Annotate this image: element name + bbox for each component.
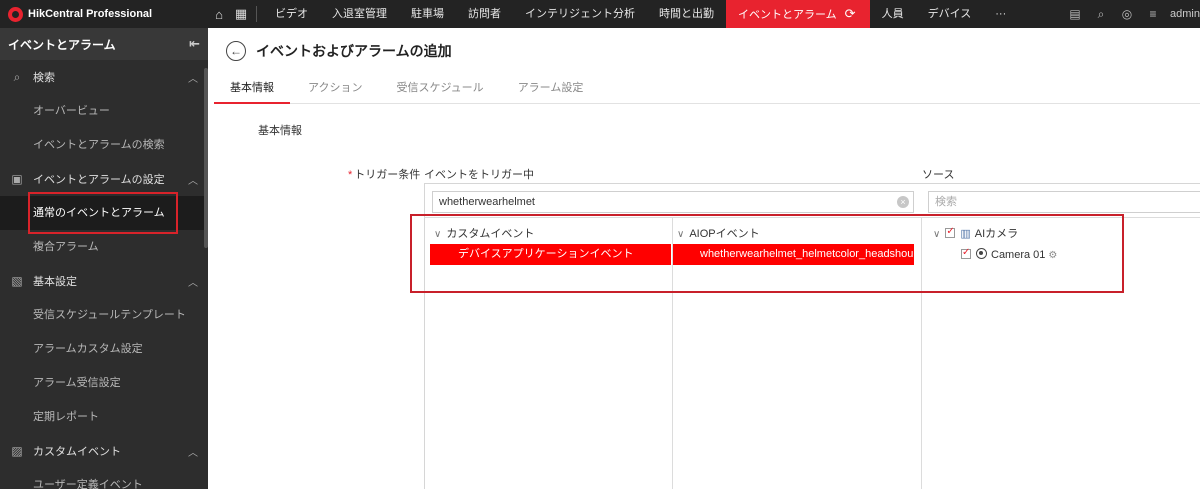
nav-intelligent-analysis[interactable]: インテリジェント分析 (513, 0, 647, 28)
tab-action[interactable]: アクション (292, 74, 378, 104)
sidebar-section-custom-event[interactable]: ▨ カスタムイベント ︿ (0, 434, 208, 468)
sidebar-item-alarm-custom[interactable]: アラームカスタム設定 (0, 332, 208, 366)
annotation-highlight-box (410, 214, 1124, 293)
sidebar-item-overview[interactable]: オーバービュー (0, 94, 208, 128)
nav-event-alarm-label: イベントとアラーム (738, 9, 837, 21)
sidebar-section-label: カスタムイベント (33, 446, 121, 458)
sidebar-header: イベントとアラーム ⇤ (0, 28, 208, 60)
refresh-icon[interactable]: ⟳ (845, 6, 856, 21)
nav-device[interactable]: デバイス (916, 0, 984, 28)
tab-basic-info[interactable]: 基本情報 (214, 74, 290, 104)
hikvision-logo-icon (8, 6, 23, 22)
nav-time-attendance[interactable]: 時間と出勤 (647, 0, 726, 28)
image-settings-icon: ▧ (11, 274, 23, 288)
top-separator (256, 6, 257, 22)
sidebar-item-user-defined[interactable]: ユーザー定義イベント (0, 468, 208, 489)
collapse-sidebar-icon[interactable]: ⇤ (189, 36, 200, 52)
chevron-up-icon: ︿ (188, 175, 198, 187)
user-name[interactable]: admin (1170, 8, 1200, 20)
section-title: 基本情報 (258, 125, 302, 137)
tab-receive-schedule[interactable]: 受信スケジュール (380, 74, 499, 104)
sidebar: イベントとアラーム ⇤ ⌕ 検索 ︿ オーバービュー イベントとアラームの検索 … (0, 28, 208, 489)
sidebar-item-event-search[interactable]: イベントとアラームの検索 (0, 128, 208, 162)
settings-doc-icon: ▣ (11, 172, 23, 186)
search-icon: ⌕ (13, 69, 21, 84)
nav-event-alarm[interactable]: イベントとアラーム ⟳ (726, 0, 870, 28)
annotation-highlight-box (28, 192, 178, 234)
task-center-icon[interactable]: ▤ (1062, 7, 1088, 21)
sidebar-section-event-settings[interactable]: ▣ イベントとアラームの設定 ︿ (0, 162, 208, 196)
back-arrow-icon[interactable]: ← (226, 41, 246, 61)
nav-visitor[interactable]: 訪問者 (456, 0, 513, 28)
sidebar-item-composite-alarm[interactable]: 複合アラーム (0, 230, 208, 264)
nav-parking[interactable]: 駐車場 (399, 0, 456, 28)
nav-access-control[interactable]: 入退室管理 (320, 0, 399, 28)
nav-more[interactable]: ··· (983, 0, 1018, 28)
sidebar-title: イベントとアラーム (8, 37, 116, 52)
sidebar-section-search[interactable]: ⌕ 検索 ︿ (0, 60, 208, 94)
sidebar-item-alarm-receive[interactable]: アラーム受信設定 (0, 366, 208, 400)
tab-alarm-settings[interactable]: アラーム設定 (502, 74, 600, 104)
sidebar-item-schedule-template[interactable]: 受信スケジュールテンプレート (0, 298, 208, 332)
chevron-up-icon: ︿ (188, 73, 198, 85)
sidebar-section-label: 検索 (33, 72, 55, 84)
main-nav: ビデオ 入退室管理 駐車場 訪問者 インテリジェント分析 時間と出勤 イベントと… (263, 0, 1018, 28)
event-search-input[interactable]: whetherwearhelmet × (432, 191, 914, 213)
required-mark: * (348, 169, 353, 181)
source-header: ソース (922, 169, 955, 181)
search-icon[interactable]: ⌕ (1088, 7, 1114, 22)
tab-bar: 基本情報 アクション 受信スケジュール アラーム設定 (214, 74, 1200, 104)
page-title: イベントおよびアラームの追加 (256, 43, 452, 59)
menu-icon[interactable]: ≡ (1140, 7, 1166, 21)
trigger-condition-label: * トリガー条件 (348, 166, 420, 182)
sidebar-section-label: 基本設定 (33, 276, 77, 288)
title-row: ← イベントおよびアラームの追加 (208, 28, 1200, 74)
main-panel: ← イベントおよびアラームの追加 基本情報 アクション 受信スケジュール アラー… (208, 28, 1200, 489)
nav-person[interactable]: 人員 (870, 0, 916, 28)
clear-icon[interactable]: × (897, 196, 909, 208)
sidebar-item-report[interactable]: 定期レポート (0, 400, 208, 434)
source-search-input[interactable]: 検索 (928, 191, 1200, 213)
top-right-tools: ▤ ⌕ ◎ ≡ admin (1062, 0, 1200, 28)
brand[interactable]: HikCentral Professional (0, 0, 208, 28)
event-search-value: whetherwearhelmet (439, 196, 535, 208)
trigger-label-text: トリガー条件 (354, 169, 421, 181)
chevron-up-icon: ︿ (188, 277, 198, 289)
home-icon[interactable]: ⌂ (208, 0, 230, 28)
chevron-up-icon: ︿ (188, 447, 198, 459)
nav-video[interactable]: ビデオ (263, 0, 320, 28)
triggering-event-header: イベントをトリガー中 (424, 169, 534, 181)
top-bar: HikCentral Professional ⌂ ▦ ビデオ 入退室管理 駐車… (0, 0, 1200, 28)
sidebar-section-basic-settings[interactable]: ▧ 基本設定 ︿ (0, 264, 208, 298)
brand-name: HikCentral Professional (28, 8, 153, 20)
custom-event-icon: ▨ (11, 444, 23, 458)
compass-icon[interactable]: ◎ (1114, 7, 1140, 21)
grid-menu-icon[interactable]: ▦ (230, 0, 252, 28)
sidebar-section-label: イベントとアラームの設定 (33, 174, 165, 186)
